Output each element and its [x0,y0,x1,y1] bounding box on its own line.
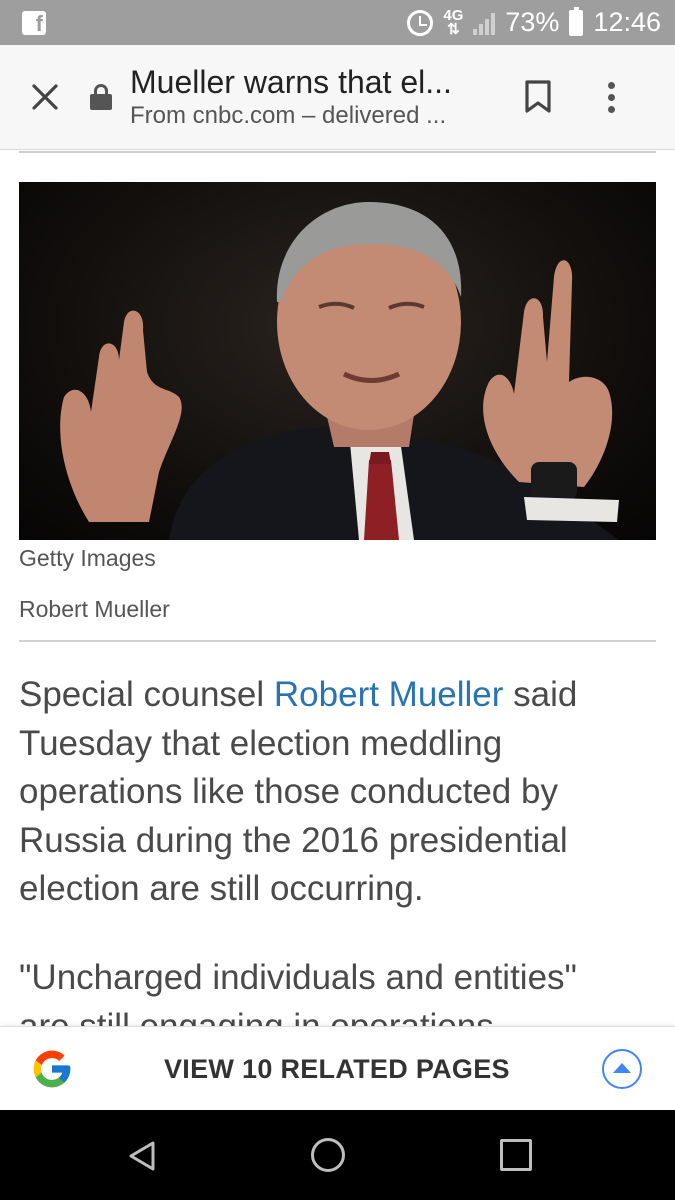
expand-related-button[interactable] [602,1049,642,1089]
article-paragraph: "Uncharged individuals and entities" are… [19,954,649,1026]
amp-viewer-toolbar: Mueller warns that el... From cnbc.com –… [0,45,675,150]
recents-icon[interactable] [500,1139,532,1171]
divider [19,151,656,153]
close-icon [32,84,58,110]
system-nav-bar [0,1110,675,1200]
more-options-button[interactable] [596,67,626,127]
status-indicators: 4G ⇅ 73% 12:46 [407,6,661,38]
more-vert-icon [607,81,615,89]
clock: 12:46 [593,7,661,37]
image-caption: Robert Mueller [19,596,170,622]
network-icon: 4G ⇅ [443,6,464,38]
paragraph-line: "Uncharged individuals and entities" [19,958,577,997]
home-icon[interactable] [311,1138,345,1172]
battery-icon [569,6,584,36]
bookmark-button[interactable] [518,67,558,127]
view-related-pages-label: VIEW 10 RELATED PAGES [164,1054,510,1084]
article-photo [19,182,656,540]
page-source: From cnbc.com – delivered ... [130,102,447,129]
divider [19,640,656,642]
page-title-block[interactable]: Mueller warns that el... From cnbc.com –… [130,63,480,131]
status-bar: f 4G ⇅ 73% 12:46 [0,0,675,45]
bookmark-icon [525,80,551,113]
facebook-icon: f [22,10,46,35]
article-paragraph: Special counsel Robert Mueller said Tues… [19,671,649,914]
robert-mueller-link[interactable]: Robert Mueller [274,675,504,714]
signal-icon [473,11,496,35]
lock-icon [90,82,112,112]
article-content[interactable]: Getty Images Robert Mueller Special coun… [0,151,675,1026]
google-g-icon [33,1050,71,1088]
close-button[interactable] [0,45,90,150]
paragraph-text: Special counsel [19,675,274,714]
alarm-icon [407,9,434,36]
back-icon[interactable] [127,1140,157,1172]
battery-percent: 73% [505,7,560,37]
paragraph-line: are still engaging in operations [19,1006,494,1027]
page-title: Mueller warns that el... [130,64,452,100]
related-pages-bar[interactable]: VIEW 10 RELATED PAGES [0,1026,675,1110]
photo-illustration [60,202,619,540]
image-credit: Getty Images [19,545,156,571]
